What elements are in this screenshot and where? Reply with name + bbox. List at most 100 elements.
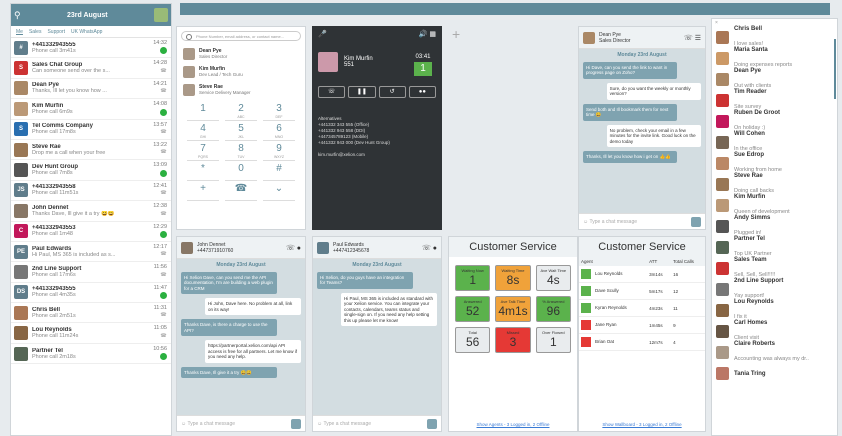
emoji-icon[interactable]: ☺ [317,421,322,427]
list-item[interactable]: 2nd Line Support Yay support! [712,278,837,300]
list-item[interactable]: 2nd Line Support Phone call 17m6s 11:56 ☎ [11,262,171,283]
tab-3[interactable]: UK WhatsApp [71,29,102,35]
dial-key[interactable]: 2 ABC [225,103,257,121]
hold-button[interactable]: ❚❚ [348,86,376,98]
list-item[interactable]: Dean Pye Out with clients [712,68,837,90]
contact-suggestion[interactable]: Dean Pye Sales Director [177,45,305,63]
list-item[interactable]: JS +441332943558 Phone call 11m51s 12:41 ☎ [11,181,171,202]
show-wallboard-link[interactable]: Show Wallboard - 3 Logged in, 2 Offline [579,422,705,427]
transfer-button[interactable]: ↺ [378,86,406,98]
list-item[interactable]: # +441332943555 Phone call 3m41s 14:32 [11,38,171,59]
list-item[interactable]: Will Cohen In the office [712,131,837,153]
table-row[interactable]: Jane Ryan 1m45s 9 [579,316,705,334]
dial-key[interactable]: 4 GHI [187,123,219,141]
list-item[interactable]: Ruben De Groot On holiday :) [712,110,837,132]
list-item[interactable]: Dev Hunt Group Phone call 7m8s 13:09 [11,160,171,181]
conference-button[interactable]: ●● [408,86,436,98]
list-item[interactable]: S Sales Chat Group Can someone send over t… [11,58,171,79]
dial-key[interactable]: # [263,163,295,181]
chat-input[interactable]: ☺ Type a chat message [177,415,305,431]
list-item[interactable]: Lou Reynolds I fix it [712,299,837,321]
list-item[interactable]: Andy Simms Plugged in! [712,215,837,237]
chat-contact-number: +447371910760 [197,247,234,254]
show-agents-link[interactable]: Show Agents - 3 Logged in, 2 Offline [449,422,577,427]
tab-0[interactable]: Me [16,29,23,35]
dial-key[interactable]: 0 [225,163,257,181]
list-item[interactable]: Kim Murfin Queen of development [712,194,837,216]
dial-key[interactable]: 3 DEF [263,103,295,121]
dial-key[interactable]: 9 WXYZ [263,143,295,161]
list-item[interactable]: PE Paul Edwards Hi Paul, MS 365 is include… [11,242,171,263]
speaker-icon[interactable]: 🔊 [419,31,428,38]
list-item[interactable]: Partner Tel Top UK Partner [712,235,837,258]
emoji-icon[interactable]: ☺ [583,219,588,225]
dial-key[interactable]: 6 MNO [263,123,295,141]
list-item[interactable]: Tim Reader Site survey [712,89,837,111]
tab-1[interactable]: Sales [29,29,42,35]
send-button[interactable] [291,418,301,429]
dial-key[interactable]: + [187,183,219,201]
list-item[interactable]: Lou Reynolds Phone call 11m24s 11:05 ☎ [11,323,171,344]
list-item[interactable]: Claire Roberts Accounting was always my d… [712,341,837,363]
contact-name: Partner Tel [734,235,765,242]
chat-input[interactable]: ☺ Type a chat message [579,213,705,229]
emoji-icon[interactable]: ☺ [181,421,186,427]
table-row[interactable]: Dave Scully 5m17s 12 [579,282,705,300]
list-item[interactable]: Steve Rae Drop me a call when your free 13… [11,140,171,161]
hangup-button[interactable]: ☏ [318,86,346,98]
list-item[interactable]: DS +441332943555 Phone call 4m35s 11:47 [11,283,171,304]
list-item[interactable]: Chris Bell I love sales! [712,26,837,48]
send-button[interactable] [427,418,437,429]
microphone-icon[interactable]: 🎤 [318,30,327,38]
timestamp: 11:05 [153,325,167,332]
dial-key[interactable]: ⌄ [263,183,295,201]
list-item[interactable]: Sales Team Sell, Sell, Sell!!!!! [712,257,837,279]
list-item[interactable]: Dean Pye Thanks, Ill let you know how ...… [11,79,171,100]
search-icon[interactable]: ⚲ [14,10,21,21]
keypad-icon[interactable]: ▦ [429,31,436,38]
add-panel-button[interactable]: + [452,26,460,42]
agent-total-calls: 12 [671,282,705,300]
dial-key[interactable]: 8 TUV [225,143,257,161]
table-row[interactable]: Kyran Reynolds 4m23s 11 [579,299,705,317]
list-item-text: +441332943558 Phone call 11m51s [32,184,168,196]
contact-suggestion[interactable]: Steve Rae Service Delivery Manager [177,81,305,99]
alternative-numbers: Alternatives +441332 343 555 (Office) +441… [312,98,442,158]
dial-key[interactable]: 7 PQRS [187,143,219,161]
dial-key[interactable]: 5 JKL [225,123,257,141]
agent-status-icon [581,337,591,347]
chat-header: Paul Edwards +447412345678 ☏ ● [313,237,441,259]
avatar [716,94,729,107]
call-icon[interactable]: ☏ ● [422,244,437,252]
scrollbar[interactable] [834,39,836,99]
list-item[interactable]: Carl Homes Client visit [712,320,837,342]
list-item[interactable]: Tania Tring [712,363,837,384]
list-item[interactable]: C +441332943553 Phone call 1m48 12:29 [11,222,171,242]
dial-key[interactable]: * [187,163,219,181]
list-item[interactable]: S Tel Comms Company Phone call 17m8s 13:57 ☎ [11,120,171,140]
table-row[interactable]: Brian Oat 12m7s 4 [579,333,705,351]
contact-suggestion[interactable]: Kim Murfin Dev Lead / Tech Guru [177,63,305,81]
tab-2[interactable]: Support [47,29,65,35]
dial-key[interactable]: ☎ [225,183,257,201]
avatar[interactable] [154,8,168,22]
send-button[interactable] [691,216,701,227]
list-item[interactable]: John Dennet Thanks Dave, Ill give it a tr… [11,201,171,222]
call-icon[interactable]: ☏ ☰ [684,34,701,42]
avatar [14,346,28,361]
list-item[interactable]: Kim Murfin Phone call 6m9s 14:08 [11,99,171,120]
close-icon[interactable]: × [715,20,718,26]
list-item[interactable]: Sue Edrop Working from home [712,152,837,174]
list-item[interactable]: Chris Bell Phone call 2m51s 11:31 ☎ [11,303,171,324]
dial-key[interactable]: 1 [187,103,219,121]
call-icon[interactable]: ☏ ● [286,244,301,252]
avatar [716,157,729,170]
list-item[interactable]: Steve Rae Doing call backs [712,173,837,195]
chat-placeholder: Type a chat message [589,218,638,225]
search-input[interactable]: Phone Number, email address, or contact … [181,31,301,41]
list-item[interactable]: Maria Santa Doing expenses reports [712,47,837,69]
chat-messages: Monday 23rd August Hi Xelion, do you guys… [313,259,441,415]
list-item[interactable]: Partner Tel Phone call 2m18s 10:56 [11,344,171,365]
table-row[interactable]: Lou Reynolds 3m14s 16 [579,266,705,283]
chat-input[interactable]: ☺ Type a chat message [313,415,441,431]
